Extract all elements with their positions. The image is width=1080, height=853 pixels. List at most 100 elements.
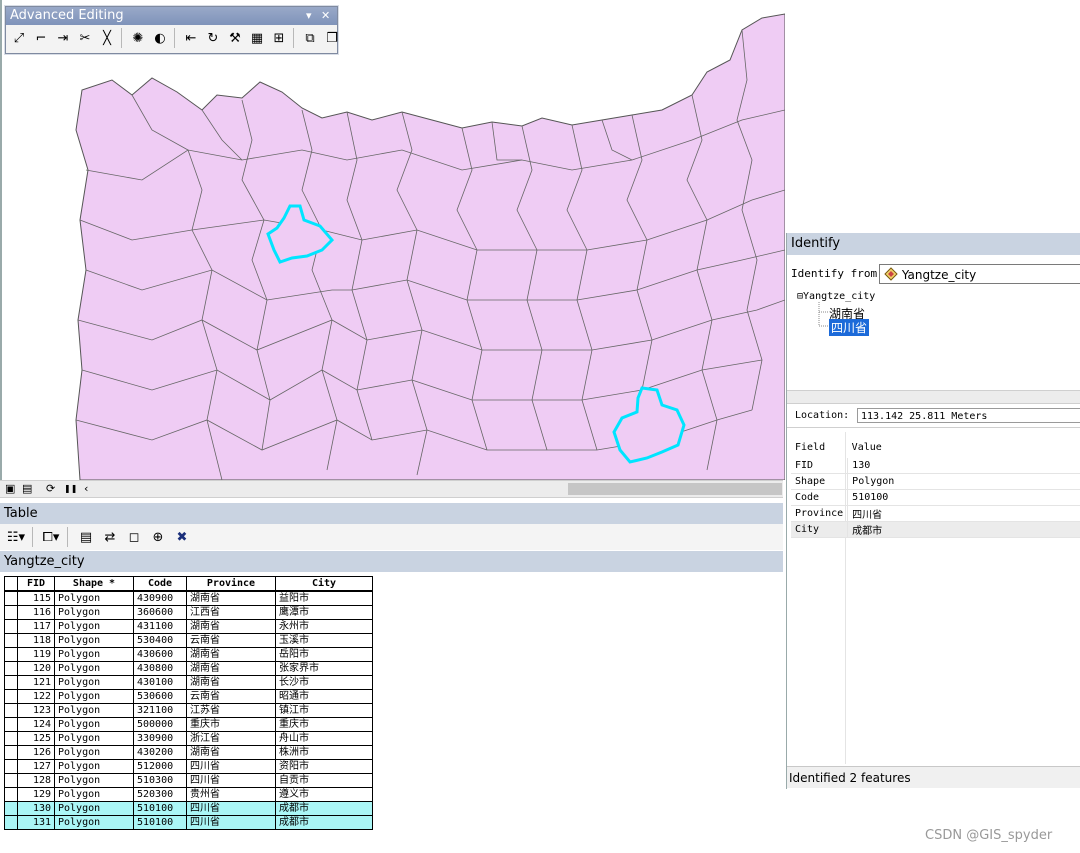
cell-code[interactable]: 520300 <box>133 787 187 802</box>
cell-fid[interactable]: 127 <box>17 759 55 774</box>
switch-selection-icon[interactable]: ⇄ <box>100 527 120 547</box>
cell-province[interactable]: 湖南省 <box>186 590 276 606</box>
cell-province[interactable]: 湖南省 <box>186 647 276 662</box>
cell-province[interactable]: 江西省 <box>186 605 276 620</box>
advanced-editing-title-bar[interactable]: Advanced Editing ▾ ✕ <box>6 7 337 25</box>
cell-province[interactable]: 湖南省 <box>186 619 276 634</box>
cell-province[interactable]: 浙江省 <box>186 731 276 746</box>
cell-fid[interactable]: 118 <box>17 633 55 648</box>
row-selector[interactable] <box>4 801 18 816</box>
cell-city[interactable]: 镇江市 <box>275 703 373 718</box>
cell-fid[interactable]: 130 <box>17 801 55 816</box>
delete-selected-icon[interactable]: ✖ <box>172 527 192 547</box>
rotate-icon[interactable]: ↻ <box>203 28 223 48</box>
related-tables-icon[interactable]: ⧠▾ <box>41 527 61 547</box>
table-row[interactable]: 130 Polygon 510100 四川省 成都市 <box>4 801 373 816</box>
attribute-row[interactable]: Code 510100 <box>791 489 1080 506</box>
cell-fid[interactable]: 117 <box>17 619 55 634</box>
row-selector[interactable] <box>4 787 18 802</box>
cell-city[interactable]: 遵义市 <box>275 787 373 802</box>
cell-shape[interactable]: Polygon <box>54 661 134 676</box>
cell-province[interactable]: 四川省 <box>186 801 276 816</box>
row-selector[interactable] <box>4 773 18 788</box>
cell-shape[interactable]: Polygon <box>54 590 134 606</box>
replace-geometry-icon[interactable]: ⚒ <box>225 28 245 48</box>
cell-province[interactable]: 贵州省 <box>186 787 276 802</box>
cell-fid[interactable]: 115 <box>17 590 55 606</box>
trim-icon[interactable]: ✂ <box>75 28 95 48</box>
cell-province[interactable]: 湖南省 <box>186 675 276 690</box>
data-view-icon[interactable]: ▤ <box>22 482 32 495</box>
table-row[interactable]: 128 Polygon 510300 四川省 自贡市 <box>4 773 373 788</box>
cell-shape[interactable]: Polygon <box>54 675 134 690</box>
cell-shape[interactable]: Polygon <box>54 815 134 830</box>
row-selector[interactable] <box>4 605 18 620</box>
cell-shape[interactable]: Polygon <box>54 759 134 774</box>
cell-province[interactable]: 湖南省 <box>186 661 276 676</box>
table-options-icon[interactable]: ☷▾ <box>6 527 26 547</box>
column-header-city[interactable]: City <box>275 576 373 592</box>
cell-fid[interactable]: 120 <box>17 661 55 676</box>
toolbar-close-icon[interactable]: ✕ <box>321 7 330 25</box>
cell-province[interactable]: 云南省 <box>186 689 276 704</box>
cell-shape[interactable]: Polygon <box>54 619 134 634</box>
advanced-editing-toolbar[interactable]: Advanced Editing ▾ ✕ ⤢ ⌐ ⇥ ✂ ╳ ✺ ◐ ⇤ ↻ ⚒ ▦ ⊞ ⧉ ❐ <box>5 6 338 54</box>
cell-code[interactable]: 510100 <box>133 815 187 830</box>
cell-fid[interactable]: 116 <box>17 605 55 620</box>
cell-code[interactable]: 321100 <box>133 703 187 718</box>
row-selector[interactable] <box>4 815 18 830</box>
attribute-row[interactable]: City 成都市 <box>791 521 1080 538</box>
map-canvas[interactable] <box>2 0 785 480</box>
table-row[interactable]: 116 Polygon 360600 江西省 鹰潭市 <box>4 605 373 620</box>
row-selector[interactable] <box>4 590 18 606</box>
cell-city[interactable]: 张家界市 <box>275 661 373 676</box>
table-row[interactable]: 126 Polygon 430200 湖南省 株洲市 <box>4 745 373 760</box>
table-row[interactable]: 124 Polygon 500000 重庆市 重庆市 <box>4 717 373 732</box>
cell-city[interactable]: 重庆市 <box>275 717 373 732</box>
cell-code[interactable]: 510100 <box>133 801 187 816</box>
cell-shape[interactable]: Polygon <box>54 689 134 704</box>
table-row[interactable]: 125 Polygon 330900 浙江省 舟山市 <box>4 731 373 746</box>
cell-city[interactable]: 舟山市 <box>275 731 373 746</box>
fillet-icon[interactable]: ⌐ <box>31 28 51 48</box>
row-selector[interactable] <box>4 689 18 704</box>
union-icon[interactable]: ❐ <box>322 28 342 48</box>
table-row[interactable]: 121 Polygon 430100 湖南省 长沙市 <box>4 675 373 690</box>
cell-shape[interactable]: Polygon <box>54 605 134 620</box>
extend-icon[interactable]: ⇥ <box>53 28 73 48</box>
cell-shape[interactable]: Polygon <box>54 647 134 662</box>
scroll-left-icon[interactable]: ‹ <box>84 482 88 495</box>
cell-city[interactable]: 玉溪市 <box>275 633 373 648</box>
cell-city[interactable]: 岳阳市 <box>275 647 373 662</box>
cell-code[interactable]: 500000 <box>133 717 187 732</box>
table-row[interactable]: 131 Polygon 510100 四川省 成都市 <box>4 815 373 830</box>
cell-code[interactable]: 530600 <box>133 689 187 704</box>
cell-shape[interactable]: Polygon <box>54 773 134 788</box>
cell-shape[interactable]: Polygon <box>54 717 134 732</box>
cell-city[interactable]: 成都市 <box>275 801 373 816</box>
cell-province[interactable]: 四川省 <box>186 815 276 830</box>
table-tab-yangtze-city[interactable]: Yangtze_city <box>0 551 783 572</box>
cell-shape[interactable]: Polygon <box>54 633 134 648</box>
row-selector[interactable] <box>4 675 18 690</box>
cell-fid[interactable]: 119 <box>17 647 55 662</box>
cell-city[interactable]: 长沙市 <box>275 675 373 690</box>
copy-features-icon[interactable]: ⤢ <box>9 28 29 48</box>
pause-drawing-icon[interactable]: ❚❚ <box>64 484 77 493</box>
cell-code[interactable]: 431100 <box>133 619 187 634</box>
cell-code[interactable]: 430600 <box>133 647 187 662</box>
column-header-fid[interactable]: FID <box>17 576 55 592</box>
cell-fid[interactable]: 129 <box>17 787 55 802</box>
cell-code[interactable]: 512000 <box>133 759 187 774</box>
zoom-to-selected-icon[interactable]: ⊕ <box>148 527 168 547</box>
table-row[interactable]: 115 Polygon 430900 湖南省 益阳市 <box>4 590 373 606</box>
identify-window[interactable]: Identify Identify from: Yangtze_city ⊟Ya… <box>786 233 1080 789</box>
table-row[interactable]: 120 Polygon 430800 湖南省 张家界市 <box>4 661 373 676</box>
attribute-row[interactable]: FID 130 <box>791 458 1080 474</box>
cell-shape[interactable]: Polygon <box>54 787 134 802</box>
cell-shape[interactable]: Polygon <box>54 703 134 718</box>
table-row[interactable]: 117 Polygon 431100 湖南省 永州市 <box>4 619 373 634</box>
cell-city[interactable]: 成都市 <box>275 815 373 830</box>
table-row[interactable]: 129 Polygon 520300 贵州省 遵义市 <box>4 787 373 802</box>
cell-fid[interactable]: 125 <box>17 731 55 746</box>
